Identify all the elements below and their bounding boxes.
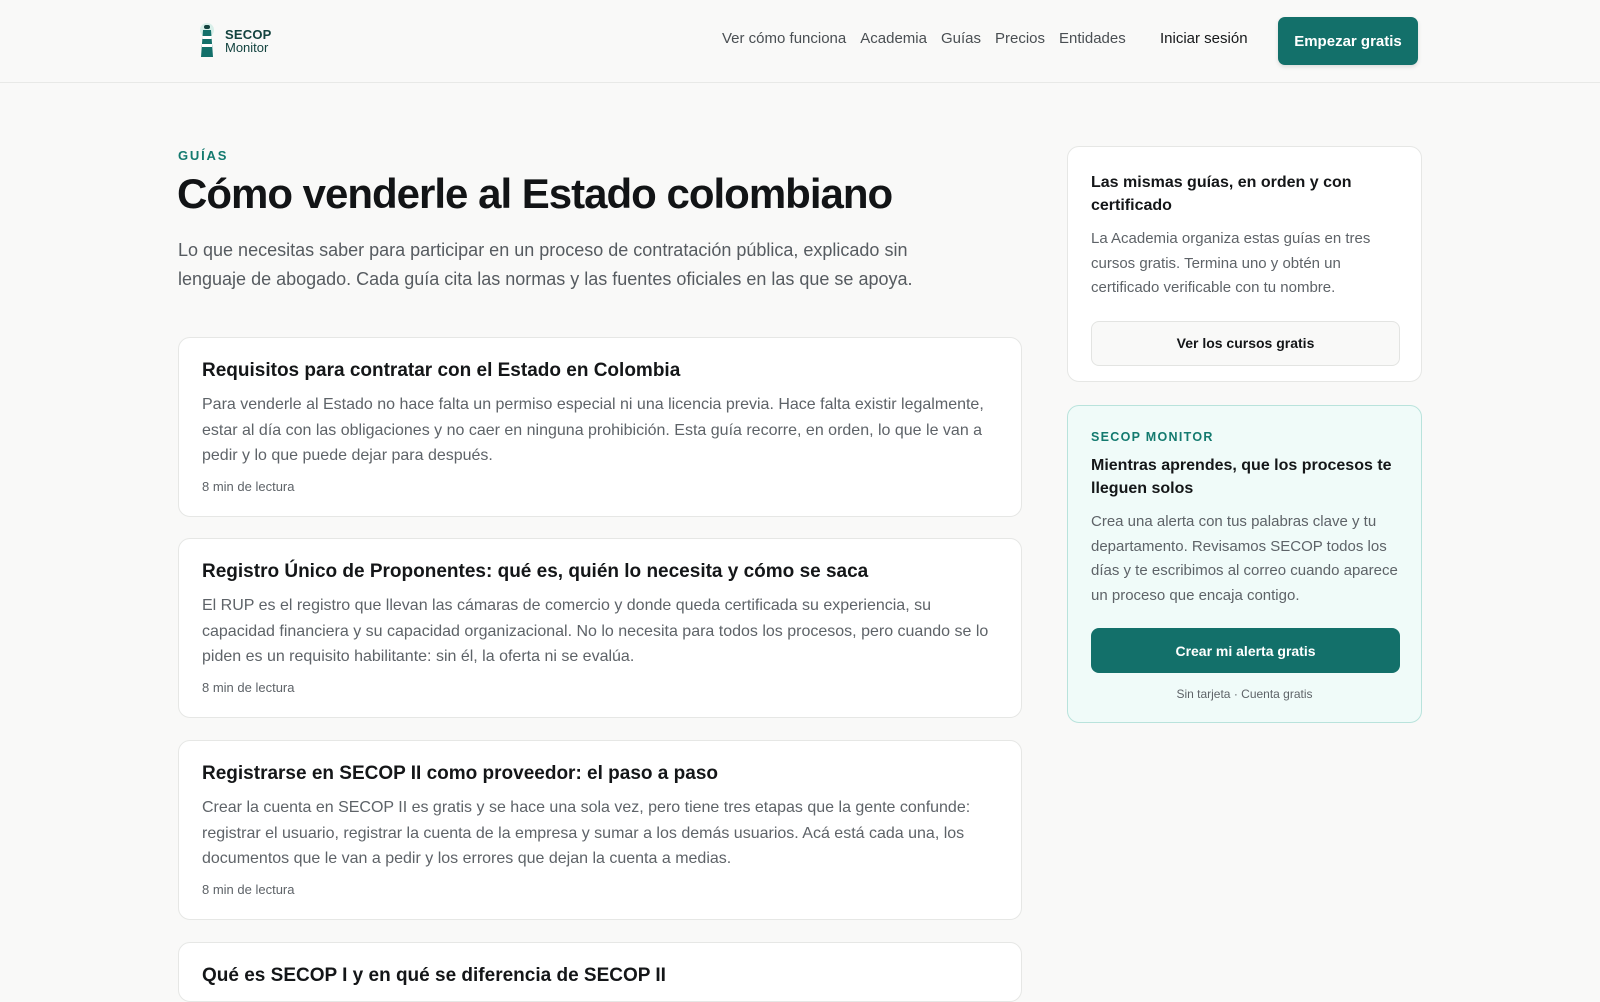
guide-card-reading-time: 8 min de lectura bbox=[202, 679, 295, 695]
guide-card-summary: Crear la cuenta en SECOP II es gratis y … bbox=[202, 799, 971, 867]
nav-link-academia[interactable]: Academia bbox=[860, 30, 927, 47]
logo-wordmark-bottom: Monitor bbox=[225, 40, 269, 55]
nav-link-ver-como-funciona[interactable]: Ver cómo funciona bbox=[722, 30, 846, 47]
page-title: Cómo venderle al Estado colombiano bbox=[177, 170, 893, 217]
view-free-courses-button[interactable]: Ver los cursos gratis bbox=[1091, 320, 1400, 366]
nav-link-entidades[interactable]: Entidades bbox=[1059, 30, 1126, 47]
guide-card-reading-time: 8 min de lectura bbox=[202, 478, 295, 494]
academy-courses-panel: Las mismas guías, en orden y con certifi… bbox=[1067, 146, 1422, 382]
section-eyebrow: GUÍAS bbox=[178, 148, 229, 163]
nav-link-guias[interactable]: Guías bbox=[941, 30, 981, 47]
guide-card-title: Qué es SECOP I y en qué se diferencia de… bbox=[202, 965, 666, 986]
guide-card-summary: El RUP es el registro que llevan las cám… bbox=[202, 597, 989, 665]
courses-panel-text: La Academia organiza estas guías en tres… bbox=[1091, 230, 1371, 296]
top-navigation-bar: SECOP Monitor Ver cómo funciona Academia… bbox=[0, 0, 1600, 83]
page-intro: Lo que necesitas saber para participar e… bbox=[178, 240, 913, 289]
courses-panel-title: Las mismas guías, en orden y con certifi… bbox=[1091, 174, 1352, 214]
guide-card[interactable]: Registro Único de Proponentes: qué es, q… bbox=[178, 538, 1022, 718]
guide-card[interactable]: Requisitos para contratar con el Estado … bbox=[178, 337, 1022, 517]
guide-card[interactable]: Qué es SECOP I y en qué se diferencia de… bbox=[178, 942, 1022, 1002]
lighthouse-logo-icon bbox=[200, 23, 214, 57]
guide-card-title: Registro Único de Proponentes: qué es, q… bbox=[202, 561, 869, 582]
guide-card-reading-time: 8 min de lectura bbox=[202, 881, 295, 897]
nav-link-precios[interactable]: Precios bbox=[995, 30, 1045, 47]
promo-note: Sin tarjeta · Cuenta gratis bbox=[1176, 687, 1313, 701]
guide-card-title: Registrarse en SECOP II como proveedor: … bbox=[202, 763, 718, 784]
promo-eyebrow: SECOP MONITOR bbox=[1091, 430, 1214, 444]
promo-text: Crea una alerta con tus palabras clave y… bbox=[1091, 513, 1398, 604]
promo-title: Mientras aprendes, que los procesos te l… bbox=[1091, 457, 1392, 497]
guide-card-summary: Para venderle al Estado no hace falta un… bbox=[202, 396, 984, 464]
start-free-button[interactable]: Empezar gratis bbox=[1278, 17, 1418, 65]
guide-card-title: Requisitos para contratar con el Estado … bbox=[202, 360, 681, 381]
alert-promo-panel: SECOP MONITOR Mientras aprendes, que los… bbox=[1067, 405, 1422, 723]
login-link[interactable]: Iniciar sesión bbox=[1160, 30, 1248, 47]
main-nav: Ver cómo funciona Academia Guías Precios… bbox=[722, 30, 1126, 47]
guide-card[interactable]: Registrarse en SECOP II como proveedor: … bbox=[178, 740, 1022, 920]
secop-monitor-logo[interactable]: SECOP Monitor bbox=[195, 22, 272, 60]
create-alert-button[interactable]: Crear mi alerta gratis bbox=[1091, 628, 1400, 673]
